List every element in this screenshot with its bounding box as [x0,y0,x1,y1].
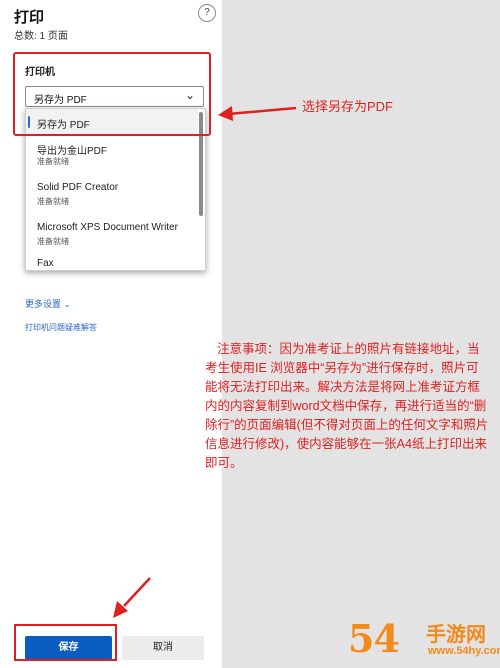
dropdown-item-export-jinshan-pdf[interactable]: 导出为金山PDF 准备就绪 [26,135,198,175]
dropdown-item-label: Microsoft XPS Document Writer [37,222,178,233]
dropdown-item-microsoft-xps[interactable]: Microsoft XPS Document Writer 准备就绪 [26,215,198,255]
help-icon[interactable]: ? [198,4,216,22]
logo-number: 54 [348,616,400,661]
printer-highlight-box [13,52,211,136]
more-settings-link[interactable]: 更多设置 ⌄ [25,297,71,310]
cancel-button[interactable]: 取消 [122,636,204,660]
annotation-select-pdf: 选择另存为PDF [302,99,394,114]
dropdown-item-solid-pdf-creator[interactable]: Solid PDF Creator 准备就绪 [26,175,198,215]
dropdown-item-label: Solid PDF Creator [37,182,119,193]
dropdown-item-status: 准备就绪 [37,237,69,246]
logo-brand: 手游网 [426,624,486,646]
dropdown-item-label: Fax [37,258,54,269]
printer-troubleshoot-link[interactable]: 打印机问题疑难解答 [25,322,97,333]
logo-url: www.54hy.com [428,645,500,657]
dropdown-item-status: 准备就绪 [37,197,69,206]
dropdown-item-fax[interactable]: Fax [26,255,198,270]
annotation-note: 注意事项：因为准考证上的照片有链接地址，当考生使用IE 浏览器中“另存为”进行保… [205,342,489,470]
dropdown-item-label: 导出为金山PDF [37,146,107,157]
site-watermark-logo: 54 手游网 www.54hy.com [348,616,500,666]
page-count: 总数: 1 页面 [14,31,68,42]
dialog-title: 打印 [14,9,45,26]
save-highlight-box [14,624,117,661]
dropdown-item-status: 准备就绪 [37,157,69,166]
